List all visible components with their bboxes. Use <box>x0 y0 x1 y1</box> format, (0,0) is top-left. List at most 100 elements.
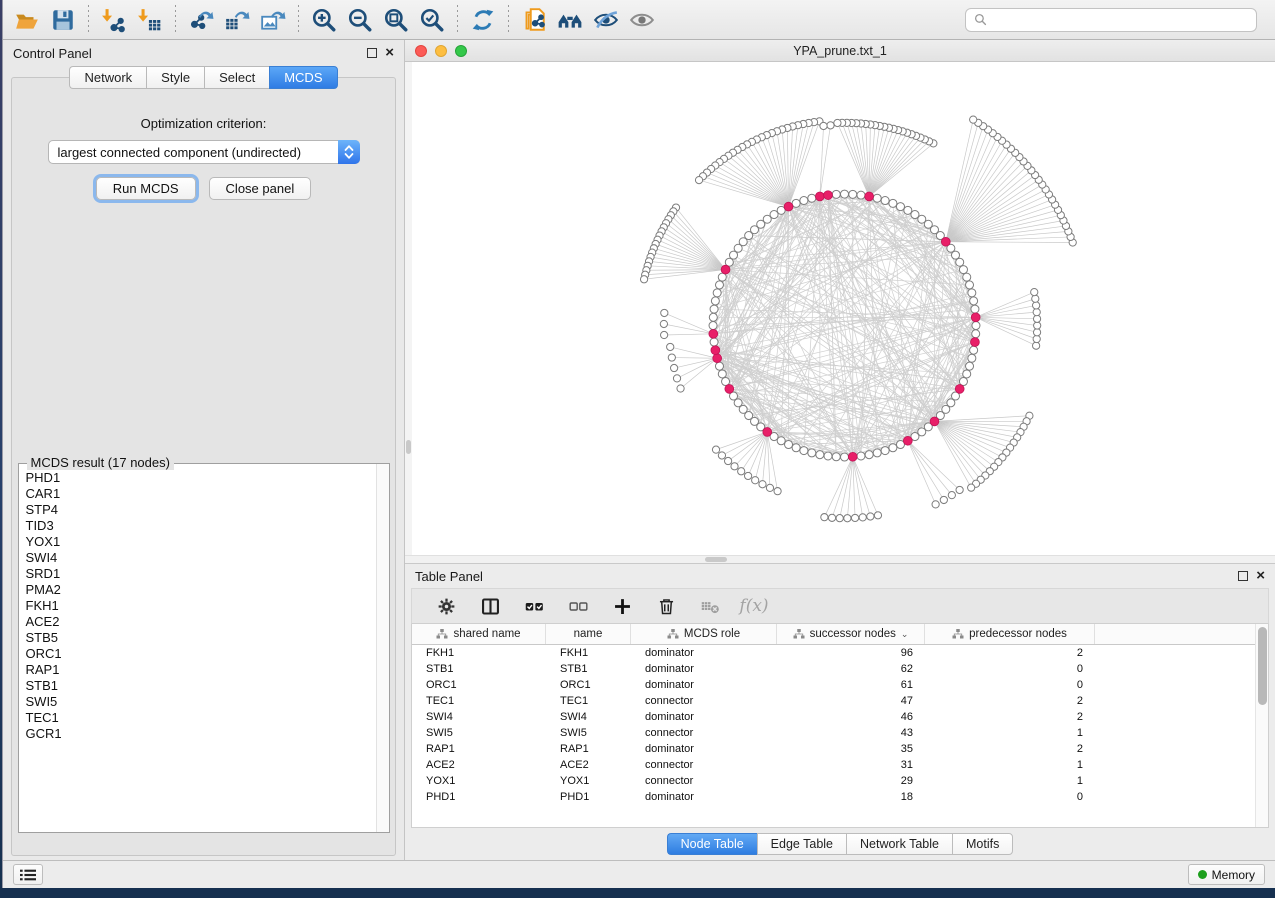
control-tab-mcds[interactable]: MCDS <box>269 66 337 89</box>
import-network-button[interactable] <box>98 4 130 36</box>
network-node[interactable] <box>660 320 667 327</box>
network-node[interactable] <box>766 484 773 491</box>
zoom-selected-button[interactable] <box>416 4 448 36</box>
open-session-button[interactable] <box>11 4 43 36</box>
delete-columns-button[interactable] <box>654 594 678 618</box>
network-node[interactable] <box>670 364 677 371</box>
mcds-result-node[interactable]: TEC1 <box>26 710 376 726</box>
run-mcds-button[interactable]: Run MCDS <box>96 177 196 200</box>
network-node[interactable] <box>867 513 874 520</box>
show-columns-button[interactable] <box>478 594 502 618</box>
criterion-dropdown[interactable]: largest connected component (undirected) <box>48 140 360 164</box>
network-horizontal-scrollbar[interactable] <box>405 555 1275 563</box>
mcds-result-node[interactable]: SWI5 <box>26 694 376 710</box>
network-node[interactable] <box>668 354 675 361</box>
network-node[interactable] <box>940 496 947 503</box>
mcds-hub-node[interactable] <box>955 384 964 393</box>
column-header-name[interactable]: name <box>546 624 631 644</box>
network-node[interactable] <box>718 370 726 378</box>
network-node[interactable] <box>932 501 939 508</box>
network-node[interactable] <box>881 197 889 205</box>
network-node[interactable] <box>709 322 717 330</box>
network-node[interactable] <box>695 176 702 183</box>
network-node[interactable] <box>816 451 824 459</box>
network-node[interactable] <box>759 481 766 488</box>
column-header-predecessor-nodes[interactable]: predecessor nodes <box>925 624 1095 644</box>
close-table-panel-icon[interactable]: × <box>1256 571 1265 581</box>
mcds-result-node[interactable]: SWI4 <box>26 550 376 566</box>
search-input[interactable] <box>993 13 1248 27</box>
network-node[interactable] <box>724 457 731 464</box>
mcds-hub-node[interactable] <box>709 329 718 338</box>
network-node[interactable] <box>968 484 975 491</box>
network-node[interactable] <box>1033 329 1040 336</box>
network-graph[interactable] <box>412 62 1275 555</box>
table-row[interactable]: STB1STB1dominator620 <box>412 661 1255 677</box>
network-node[interactable] <box>1033 315 1040 322</box>
mcds-hub-node[interactable] <box>815 192 824 201</box>
network-node[interactable] <box>873 194 881 202</box>
export-table-button[interactable] <box>221 4 253 36</box>
column-header-MCDS-role[interactable]: MCDS role <box>631 624 777 644</box>
network-node[interactable] <box>956 258 964 266</box>
mcds-result-list[interactable]: PHD1CAR1STP4TID3YOX1SWI4SRD1PMA2FKH1ACE2… <box>19 464 376 832</box>
network-node[interactable] <box>774 488 781 495</box>
network-node[interactable] <box>718 452 725 459</box>
mcds-result-node[interactable]: STB1 <box>26 678 376 694</box>
table-row[interactable]: RAP1RAP1dominator352 <box>412 741 1255 757</box>
first-neighbors-button[interactable] <box>554 4 586 36</box>
network-node[interactable] <box>808 194 816 202</box>
mcds-hub-node[interactable] <box>713 354 722 363</box>
network-node[interactable] <box>712 446 719 453</box>
table-row[interactable]: TEC1TEC1connector472 <box>412 693 1255 709</box>
network-node[interactable] <box>904 206 912 214</box>
network-window-titlebar[interactable]: YPA_prune.txt_1 <box>405 40 1275 62</box>
network-node[interactable] <box>800 197 808 205</box>
network-node[interactable] <box>836 515 843 522</box>
network-node[interactable] <box>874 512 881 519</box>
network-node[interactable] <box>828 514 835 521</box>
column-header-shared-name[interactable]: shared name <box>412 624 546 644</box>
show-all-button[interactable] <box>626 4 658 36</box>
network-node[interactable] <box>824 452 832 460</box>
network-node[interactable] <box>715 362 723 370</box>
network-node[interactable] <box>956 486 963 493</box>
network-node[interactable] <box>959 266 967 274</box>
network-node[interactable] <box>808 449 816 457</box>
network-node[interactable] <box>710 338 718 346</box>
zoom-fit-button[interactable] <box>380 4 412 36</box>
table-row[interactable]: SWI4SWI4dominator462 <box>412 709 1255 725</box>
mcds-hub-node[interactable] <box>930 417 939 426</box>
mcds-hub-node[interactable] <box>865 192 874 201</box>
mcds-hub-node[interactable] <box>711 346 720 355</box>
control-tab-style[interactable]: Style <box>146 66 204 89</box>
close-panel-button[interactable]: Close panel <box>209 177 312 200</box>
network-node[interactable] <box>673 375 680 382</box>
network-node[interactable] <box>785 440 793 448</box>
function-builder-button[interactable]: f(x) <box>742 594 766 618</box>
table-settings-button[interactable] <box>434 594 458 618</box>
network-node[interactable] <box>970 346 978 354</box>
network-node[interactable] <box>971 305 979 313</box>
table-row[interactable]: ORC1ORC1dominator610 <box>412 677 1255 693</box>
control-tab-network[interactable]: Network <box>69 66 146 89</box>
mcds-result-node[interactable]: SRD1 <box>26 566 376 582</box>
network-node[interactable] <box>677 385 684 392</box>
network-node[interactable] <box>792 444 800 452</box>
network-node[interactable] <box>738 468 745 475</box>
network-node[interactable] <box>849 190 857 198</box>
network-node[interactable] <box>972 322 980 330</box>
network-node[interactable] <box>827 122 834 129</box>
network-node[interactable] <box>731 463 738 470</box>
mcds-result-scrollbar[interactable] <box>376 464 389 832</box>
save-session-button[interactable] <box>47 4 79 36</box>
control-tab-select[interactable]: Select <box>204 66 269 89</box>
network-vertical-scrollbar[interactable] <box>405 62 412 555</box>
network-node[interactable] <box>859 514 866 521</box>
network-node[interactable] <box>710 305 718 313</box>
mcds-result-node[interactable]: STP4 <box>26 502 376 518</box>
export-image-button[interactable] <box>257 4 289 36</box>
network-node[interactable] <box>820 122 827 129</box>
mcds-hub-node[interactable] <box>848 452 857 461</box>
network-node[interactable] <box>1031 288 1038 295</box>
